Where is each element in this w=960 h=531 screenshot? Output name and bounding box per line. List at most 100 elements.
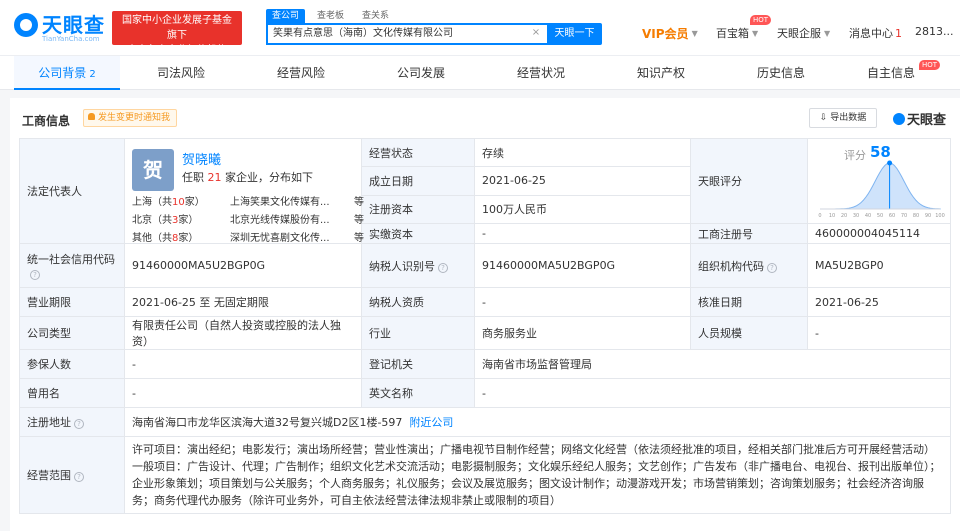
search-input[interactable]: 笑果有点意思（海南）文化传媒有限公司 [266, 23, 547, 45]
score-tick-label: 0 [818, 213, 821, 219]
more-link[interactable]: 等 [348, 213, 364, 229]
field-label: 实缴资本 [361, 223, 475, 244]
business-info-table: 法定代表人 贺 贺晓曦 任职 21 家企业，分布如下 上海（共10家） 上海笑果… [19, 137, 951, 514]
credit-code-label: 统一社会信用代码? [19, 243, 125, 288]
legal-rep-name-link[interactable]: 贺晓曦 [182, 149, 221, 168]
field-label: 公司类型 [19, 316, 125, 350]
notify-label: 发生变更时通知我 [98, 113, 171, 123]
taxid-label: 纳税人识别号? [361, 243, 475, 288]
field-label: 天眼评分 [690, 138, 808, 224]
help-icon[interactable]: ? [438, 262, 448, 273]
top-header: 天眼查 TianYanCha.com 国家中小企业发展子基金旗下 官方备案企业征… [0, 0, 960, 56]
export-data-button[interactable]: ⇩ 导出数据 [809, 108, 877, 128]
tab-company-background[interactable]: 公司背景 2 [14, 56, 120, 90]
search-button[interactable]: 天眼一下 [547, 23, 602, 45]
field-label: 行业 [361, 316, 475, 350]
score-distribution-svg: 0 10 20 30 40 50 60 70 80 90 100 [818, 160, 945, 219]
field-value: 100万人民币 [474, 194, 691, 225]
field-value: - [124, 378, 362, 408]
tab-history[interactable]: 历史信息 [728, 56, 834, 90]
field-value: 海南省市场监督管理局 [474, 349, 951, 379]
score-tick-label: 100 [935, 213, 945, 219]
help-icon[interactable]: ? [30, 270, 40, 280]
field-value: 2021-06-25 [807, 287, 951, 317]
score-chart: 评分 58 0 10 20 30 40 50 60 70 80 90 100 [808, 139, 950, 223]
field-label: 参保人数 [19, 349, 125, 379]
toolbox-menu[interactable]: 百宝箱 ▼ [716, 25, 758, 41]
city-count[interactable]: 上海（共10家） [132, 195, 230, 211]
help-icon[interactable]: ? [74, 419, 84, 429]
score-marker-dot [887, 160, 893, 166]
help-icon[interactable]: ? [767, 262, 777, 273]
clear-icon[interactable]: × [530, 27, 542, 39]
logo-subtext: TianYanCha.com [42, 35, 100, 43]
legal-rep-cell: 贺 贺晓曦 任职 21 家企业，分布如下 上海（共10家） 上海笑果文化传媒有.… [124, 138, 364, 247]
score-cell[interactable]: 评分 58 0 10 20 30 40 50 60 70 80 90 100 [807, 138, 951, 224]
score-tick-label: 40 [865, 213, 871, 219]
legal-rep-summary: 任职 21 家企业，分布如下 [182, 171, 313, 184]
field-label: 营业期限 [19, 287, 125, 317]
search-tab-company[interactable]: 查公司 [266, 9, 306, 23]
user-name: 2813... [915, 25, 954, 38]
address-value: 海南省海口市龙华区滨海大道32号复兴城D2区1楼-597 附近公司 [124, 407, 951, 437]
vip-label: VIP会员 [642, 27, 689, 41]
enterprise-service-menu[interactable]: 天眼企服 ▼ [777, 25, 830, 41]
hot-badge: HOT [919, 60, 941, 70]
avatar[interactable]: 贺 [132, 149, 174, 191]
tab-intellectual-property[interactable]: 知识产权 [608, 56, 714, 90]
scope-label: 经营范围? [19, 436, 125, 514]
vip-link[interactable]: VIP会员 ▼ [642, 25, 698, 42]
field-value: MA5U2BGP0 [807, 243, 951, 288]
search-tab-boss[interactable]: 查老板 [311, 9, 350, 23]
tab-business-status[interactable]: 经营状况 [488, 56, 594, 90]
toolbox-label: 百宝箱 [716, 27, 749, 40]
field-value: 91460000MA5U2BGP0G [474, 243, 691, 288]
field-label: 核准日期 [690, 287, 808, 317]
more-link[interactable]: 等 [348, 231, 364, 247]
tab-count: 2 [89, 69, 96, 80]
city-count[interactable]: 其他（共8家） [132, 231, 230, 247]
nearby-companies-link[interactable]: 附近公司 [409, 416, 453, 429]
tab-company-development[interactable]: 公司发展 [368, 56, 474, 90]
logo[interactable]: 天眼查 TianYanCha.com [14, 9, 106, 45]
company-link[interactable]: 上海笑果文化传媒有... [230, 195, 348, 211]
field-value: 91460000MA5U2BGP0G [124, 243, 362, 288]
section-tabs: 公司背景 2 司法风险 经营风险 公司发展 经营状况 知识产权 历史信息 自主信息 [0, 56, 960, 90]
banner-line-1: 国家中小企业发展子基金旗下 [122, 15, 232, 41]
more-link[interactable]: 等 [348, 195, 364, 211]
business-info-card: 工商信息 发生变更时通知我 ⇩ 导出数据 天眼查 法定代表人 贺 贺晓曦 任职 … [10, 98, 960, 531]
city-count[interactable]: 北京（共3家） [132, 213, 230, 229]
bell-icon [88, 113, 95, 120]
message-center-link[interactable]: 消息中心 1 [849, 25, 902, 41]
tab-label: 公司背景 [38, 66, 87, 80]
field-label: 登记机关 [361, 349, 475, 379]
company-link[interactable]: 深圳无忧喜剧文化传... [230, 231, 348, 247]
help-icon[interactable]: ? [74, 472, 84, 482]
field-value: 商务服务业 [474, 316, 691, 350]
eye-logo-icon [893, 113, 905, 125]
official-banner[interactable]: 国家中小企业发展子基金旗下 官方备案企业征信机构 [112, 11, 242, 56]
field-label: 注册资本 [361, 194, 475, 225]
notify-change-button[interactable]: 发生变更时通知我 [83, 109, 178, 127]
list-item: 上海（共10家） 上海笑果文化传媒有... 等 [132, 195, 364, 211]
field-value: 2021-06-25 至 无固定期限 [124, 287, 362, 317]
score-tick-label: 30 [853, 213, 859, 219]
search-type-tabs: 查公司 查老板 查关系 [266, 9, 401, 23]
field-value: 有限责任公司（自然人投资或控股的法人独资） [124, 316, 362, 350]
score-tick-label: 90 [925, 213, 931, 219]
eye-logo-icon [14, 13, 38, 37]
section-title: 工商信息 [22, 114, 71, 128]
score-tick-label: 50 [877, 213, 883, 219]
list-item: 其他（共8家） 深圳无忧喜剧文化传... 等 [132, 231, 364, 247]
field-value: - [474, 287, 691, 317]
business-scope-value: 许可项目：演出经纪；电影发行；演出场所经营；营业性演出；广播电视节目制作经营；网… [124, 436, 951, 514]
user-menu[interactable]: 2813... [915, 25, 953, 38]
company-link[interactable]: 北京光线传媒股份有... [230, 213, 348, 229]
field-value: - [474, 223, 691, 244]
search-tab-relation[interactable]: 查关系 [356, 9, 395, 23]
chevron-down-icon: ▼ [752, 28, 759, 38]
tab-judicial-risk[interactable]: 司法风险 [128, 56, 234, 90]
watermark-text: 天眼查 [907, 113, 947, 128]
field-value: 2021-06-25 [474, 166, 691, 196]
tab-operational-risk[interactable]: 经营风险 [248, 56, 354, 90]
